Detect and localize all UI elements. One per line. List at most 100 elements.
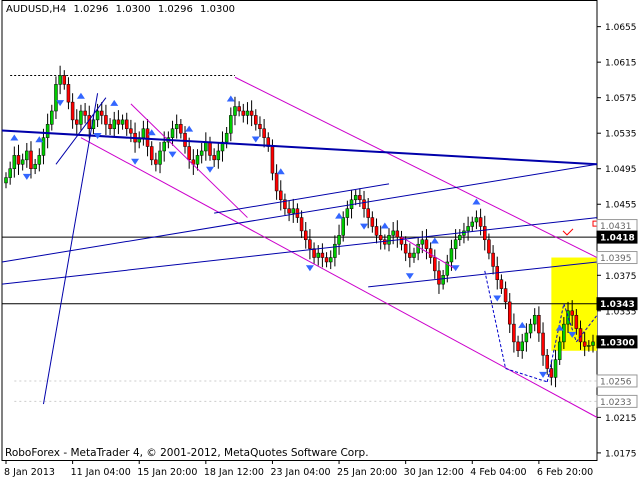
- fractal-up-arrow: [276, 168, 285, 175]
- x-tick-label: 11 Jan 04:00: [71, 467, 131, 478]
- channel-line: [80, 137, 598, 418]
- price-label: 1.0431: [600, 222, 632, 232]
- candle-body: [337, 235, 341, 245]
- fractal-down-arrow: [493, 295, 502, 302]
- fractal-down-arrow: [205, 166, 214, 173]
- candle-body: [408, 252, 412, 258]
- fractal-down-arrow: [539, 371, 548, 378]
- y-tick-label: 1.0375: [605, 272, 637, 282]
- fractal-up-arrow: [518, 321, 527, 328]
- candle-body: [20, 159, 25, 165]
- symbol-timeframe: AUDUSD,H4: [6, 4, 67, 15]
- candle-body: [474, 217, 479, 223]
- x-tick-label: 30 Jan 12:00: [404, 467, 464, 478]
- y-tick-label: 1.0495: [605, 165, 637, 175]
- fractal-down-arrow: [451, 265, 460, 272]
- candle-body: [557, 341, 562, 360]
- candle-body: [116, 119, 121, 125]
- candle-body: [458, 235, 462, 241]
- candle-body: [320, 252, 325, 258]
- candle-body: [308, 239, 312, 249]
- candle-body: [291, 208, 296, 214]
- channel-line: [234, 76, 598, 258]
- annotation-layer: [2, 74, 597, 402]
- candle-body: [362, 199, 366, 209]
- candles-layer: [4, 65, 595, 388]
- trend-line: [1, 129, 598, 166]
- price-label: 1.0300: [600, 338, 635, 348]
- copyright-footer: RoboForex - MetaTrader 4, © 2001-2012, M…: [5, 447, 369, 459]
- candle-body: [391, 230, 395, 236]
- candle-body: [4, 177, 8, 184]
- candle-body: [428, 248, 433, 258]
- y-tick-label: 1.0615: [605, 59, 637, 69]
- candle-body: [503, 288, 508, 303]
- fractal-up-arrow: [185, 125, 194, 132]
- candle-body: [416, 243, 420, 254]
- price-label: 1.0343: [600, 300, 635, 310]
- candle-body: [45, 124, 50, 138]
- candle-body: [549, 368, 554, 378]
- ohlc-high: 1.0300: [115, 4, 151, 15]
- candle-body: [262, 128, 266, 138]
- candle-body: [562, 323, 566, 343]
- candle-body: [541, 332, 545, 356]
- candle-body: [66, 84, 71, 103]
- candle-body: [553, 359, 558, 378]
- trend-line: [1, 217, 598, 285]
- projection-line: [505, 368, 548, 383]
- ohlc-open: 1.0296: [73, 4, 109, 15]
- candle-body: [395, 230, 400, 238]
- candle-body: [403, 243, 408, 254]
- candle-body: [516, 341, 520, 352]
- candle-body: [199, 150, 204, 156]
- candle-body: [270, 146, 275, 174]
- candle-body: [50, 110, 54, 125]
- candle-body: [470, 221, 475, 227]
- candle-body: [358, 195, 362, 201]
- candle-body: [204, 141, 208, 152]
- candle-body: [345, 208, 350, 218]
- price-chart[interactable]: 1.0655 1.0615 1.0575 1.0535 1.0495 1.0455 1.03…: [0, 0, 640, 480]
- candle-body: [274, 172, 279, 192]
- candle-body: [591, 341, 595, 346]
- candle-body: [312, 248, 316, 258]
- candle-body: [212, 155, 216, 161]
- x-tick-label: 8 Jan 2013: [4, 467, 55, 478]
- candle-body: [524, 332, 529, 343]
- candle-body: [512, 323, 516, 343]
- candle-body: [424, 239, 429, 249]
- fractal-up-arrow: [76, 92, 85, 99]
- candle-body: [254, 115, 258, 125]
- candle-body: [353, 195, 358, 201]
- price-label: 1.0418: [600, 234, 635, 244]
- candle-body: [124, 119, 129, 130]
- candle-body: [54, 84, 58, 112]
- candle-body: [241, 110, 246, 116]
- candle-body: [412, 252, 416, 258]
- candle-body: [16, 155, 21, 165]
- candle-body: [233, 106, 237, 116]
- candle-body: [245, 110, 250, 116]
- candle-body: [587, 345, 591, 347]
- candle-body: [174, 124, 179, 130]
- x-tick-label: 4 Feb 04:00: [470, 467, 526, 478]
- candle-body: [224, 132, 229, 143]
- candle-body: [33, 164, 37, 169]
- candle-body: [566, 310, 570, 325]
- price-label: 1.0256: [600, 377, 632, 387]
- y-tick-label: 1.0215: [605, 414, 637, 424]
- fractal-down-arrow: [360, 223, 369, 230]
- fractal-down-arrow: [405, 273, 414, 280]
- candle-body: [29, 150, 33, 169]
- candle-body: [483, 226, 487, 241]
- price-label: 1.0395: [600, 254, 632, 264]
- candle-body: [478, 217, 483, 227]
- candle-body: [582, 341, 587, 347]
- candle-body: [216, 150, 221, 161]
- candle-body: [574, 315, 579, 329]
- candle-body: [491, 252, 495, 267]
- candle-body: [104, 115, 108, 125]
- y-tick-label: 1.0575: [605, 94, 637, 104]
- candle-body: [453, 239, 458, 249]
